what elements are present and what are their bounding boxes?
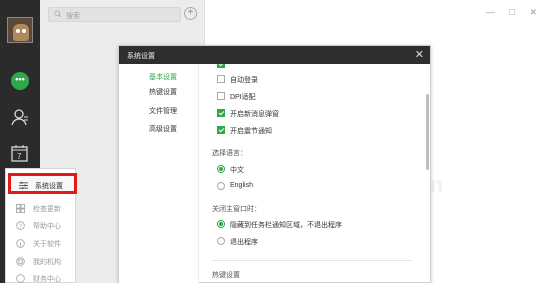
radio[interactable] — [217, 220, 225, 228]
tab-files[interactable]: 文件管理 — [149, 106, 177, 116]
svg-text:?: ? — [19, 223, 23, 230]
menu-item-finance[interactable]: 财务中心 — [6, 270, 77, 283]
menu-item-help[interactable]: ? 帮助中心 — [6, 217, 77, 234]
question-icon: ? — [16, 221, 25, 230]
radio[interactable] — [217, 237, 225, 245]
settings-tabs: 基本设置 热键设置 文件管理 高级设置 — [119, 64, 199, 283]
sliders-icon — [19, 181, 28, 190]
chat-icon[interactable]: ••• — [11, 72, 29, 90]
svg-text:7: 7 — [17, 152, 22, 161]
window-controls: — □ ✕ — [474, 7, 537, 18]
menu-item-organization[interactable]: 我的机构 — [6, 253, 77, 270]
tab-basic[interactable]: 基本设置 — [149, 72, 177, 82]
finance-icon — [16, 274, 25, 283]
minimize-button[interactable]: — — [486, 7, 495, 17]
calendar-icon[interactable]: 7 — [11, 144, 29, 164]
search-placeholder: 搜索 — [66, 13, 80, 20]
settings-dialog: 系统设置 ✕ 基本设置 热键设置 文件管理 高级设置 自动登录 DPI适配 开启… — [118, 45, 431, 283]
background-text: n — [430, 172, 444, 197]
close-window-button[interactable]: ✕ — [529, 7, 537, 17]
close-behavior-label: 关闭主窗口时： — [212, 206, 261, 213]
checkbox[interactable] — [217, 126, 225, 134]
maximize-button[interactable]: □ — [510, 7, 515, 17]
hotkey-section-label: 热键设置 — [212, 272, 240, 279]
checkbox[interactable] — [217, 92, 225, 100]
building-icon — [16, 257, 25, 266]
menu-item-about[interactable]: 关于软件 — [6, 235, 77, 252]
tab-hotkeys[interactable]: 热键设置 — [149, 87, 177, 97]
radio[interactable] — [217, 182, 225, 190]
checkbox[interactable] — [217, 64, 225, 68]
dialog-title: 系统设置 — [127, 53, 155, 60]
dialog-close-button[interactable]: ✕ — [415, 48, 424, 61]
scrollbar[interactable] — [426, 94, 429, 170]
radio[interactable] — [217, 165, 225, 173]
checkbox[interactable] — [217, 75, 225, 83]
language-label: 选择语言： — [212, 150, 247, 157]
settings-content: 自动登录 DPI适配 开启新消息弹窗 开启震节通知 选择语言： 中文 Engli… — [199, 64, 430, 283]
dialog-title-bar: 系统设置 ✕ — [119, 46, 430, 64]
menu-item-check-update[interactable]: 检查更新 — [6, 200, 77, 217]
add-button[interactable]: + — [184, 7, 197, 20]
checkbox[interactable] — [217, 109, 225, 117]
grid-icon — [16, 204, 25, 213]
info-icon — [16, 239, 25, 248]
avatar[interactable] — [7, 17, 33, 43]
search-input[interactable]: 搜索 — [48, 7, 181, 22]
divider — [212, 260, 412, 261]
menu-item-system-settings[interactable]: 系统设置 — [8, 173, 77, 194]
search-icon — [54, 10, 62, 18]
tab-advanced[interactable]: 高级设置 — [149, 124, 177, 134]
contacts-icon[interactable] — [11, 108, 29, 128]
